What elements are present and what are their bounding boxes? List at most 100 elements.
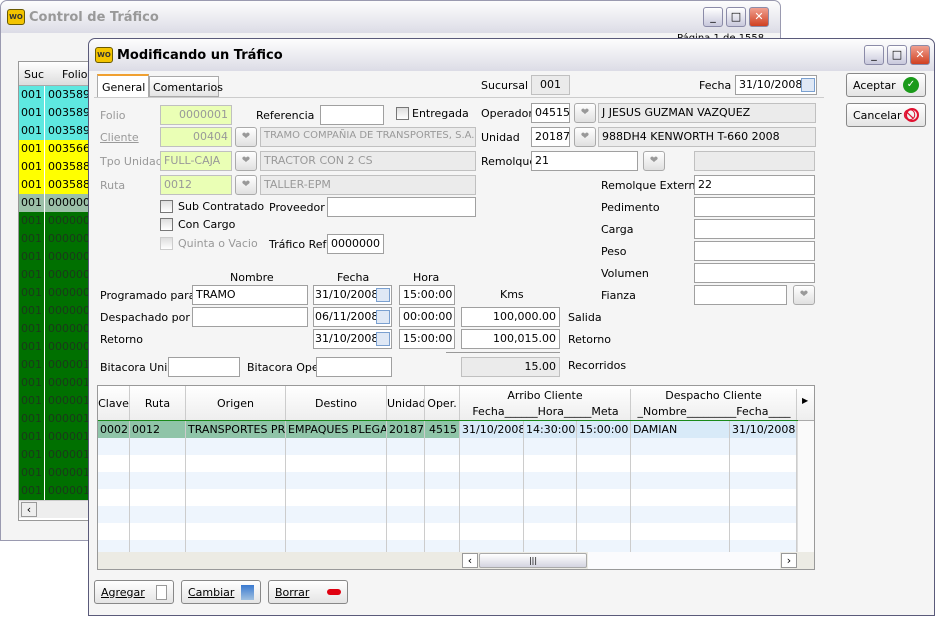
programado-nombre-field[interactable]: TRAMO bbox=[192, 285, 308, 305]
column-header-ruta[interactable]: Ruta bbox=[130, 386, 186, 421]
table-row[interactable] bbox=[98, 438, 797, 455]
programado-fecha-field[interactable]: 31/10/2008 bbox=[313, 285, 392, 305]
remolque-desc-field bbox=[694, 151, 815, 171]
scroll-left-icon[interactable]: ‹ bbox=[462, 553, 478, 568]
table-row[interactable]: 00020012TRANSPORTES PRISAEMPAQUES PLEGAD… bbox=[98, 420, 798, 439]
cliente-dropdown-button[interactable]: ❤ bbox=[235, 127, 257, 147]
column-header-origen[interactable]: Origen bbox=[186, 386, 286, 421]
clave-cell bbox=[98, 438, 130, 455]
con-cargo-checkbox[interactable] bbox=[160, 218, 173, 231]
carga-field[interactable] bbox=[694, 219, 815, 239]
bitacora-uni-label: Bitacora Uni bbox=[100, 361, 168, 374]
ruta-field[interactable]: 0012 bbox=[160, 175, 232, 195]
despachado-nombre-field[interactable] bbox=[192, 307, 308, 327]
calendar-icon[interactable] bbox=[801, 78, 815, 92]
ruta-cell bbox=[130, 523, 186, 540]
remolque-externo-field[interactable]: 22 bbox=[694, 175, 815, 195]
destino-cell bbox=[286, 506, 387, 523]
referencia-field[interactable] bbox=[320, 105, 384, 125]
hora-header: Hora bbox=[413, 271, 440, 284]
tramos-grid[interactable]: Clave Ruta Origen Destino Unidad Oper. A… bbox=[97, 385, 815, 570]
calendar-icon[interactable] bbox=[376, 310, 390, 324]
despachado-hora-field[interactable]: 00:00:00 bbox=[399, 307, 455, 327]
quinta-vacio-checkbox[interactable] bbox=[160, 237, 173, 250]
vertical-scrollbar[interactable] bbox=[797, 421, 814, 553]
tpo-unidad-field[interactable]: FULL-CAJA bbox=[160, 151, 232, 171]
cancelar-button[interactable]: Cancelar⃠ bbox=[846, 103, 926, 127]
unidad-desc-field: 988DH4 KENWORTH T-660 2008 bbox=[598, 127, 816, 147]
ruta-cell bbox=[130, 438, 186, 455]
unidad-cell bbox=[387, 455, 425, 472]
oper-cell: 4515 bbox=[425, 421, 460, 438]
despacho-fecha-cell bbox=[730, 472, 797, 489]
operador-name-field: J JESUS GUZMAN VAZQUEZ bbox=[598, 103, 816, 123]
proveedor-field[interactable] bbox=[327, 197, 476, 217]
entregada-checkbox[interactable] bbox=[396, 107, 409, 120]
aceptar-label: Aceptar bbox=[853, 78, 896, 92]
calendar-icon[interactable] bbox=[376, 288, 390, 302]
column-sub-arribo: Fecha______Hora_____Meta bbox=[472, 405, 619, 418]
pedimento-field[interactable] bbox=[694, 197, 815, 217]
arribo-fecha-cell: 31/10/2008 bbox=[460, 421, 524, 438]
fianza-field[interactable] bbox=[694, 285, 787, 305]
horizontal-scrollbar[interactable]: ‹ ||| › bbox=[98, 552, 814, 569]
scroll-thumb[interactable]: ||| bbox=[479, 553, 587, 568]
remolque-field[interactable]: 21 bbox=[531, 151, 638, 171]
sub-contratado-checkbox[interactable] bbox=[160, 200, 173, 213]
sub-contratado-label: Sub Contratado bbox=[178, 200, 265, 213]
cliente-field[interactable]: 00404 bbox=[160, 127, 232, 147]
origen-cell bbox=[186, 489, 286, 506]
volumen-field[interactable] bbox=[694, 263, 815, 283]
table-row[interactable] bbox=[98, 523, 797, 540]
retorno-fecha-field[interactable]: 31/10/2008 bbox=[313, 329, 392, 349]
calendar-icon[interactable] bbox=[376, 332, 390, 346]
scroll-right-icon[interactable]: › bbox=[781, 553, 797, 568]
retorno-kms-label: Retorno bbox=[568, 333, 611, 346]
remolque-dropdown-button[interactable]: ❤ bbox=[643, 151, 665, 171]
trafico-ref-field[interactable]: 0000000 bbox=[327, 234, 384, 254]
column-header-oper[interactable]: Oper. bbox=[425, 386, 460, 421]
fecha-field[interactable]: 31/10/2008 bbox=[735, 75, 817, 95]
operador-field[interactable]: 04515 bbox=[531, 103, 570, 123]
salida-kms-field[interactable]: 100,000.00 bbox=[461, 307, 560, 327]
ruta-cell bbox=[130, 472, 186, 489]
borrar-button[interactable]: Borrar bbox=[268, 580, 348, 604]
folio-field[interactable]: 0000001 bbox=[160, 105, 232, 125]
clave-cell bbox=[98, 489, 130, 506]
tpo-unidad-dropdown-button[interactable]: ❤ bbox=[235, 151, 257, 171]
retorno-hora-field[interactable]: 15:00:00 bbox=[399, 329, 455, 349]
arribo-hora-cell bbox=[524, 472, 577, 489]
arribo-meta-cell bbox=[577, 523, 631, 540]
despacho-fecha-cell: 31/10/2008 bbox=[730, 421, 797, 438]
column-header-destino[interactable]: Destino bbox=[286, 386, 387, 421]
table-row[interactable] bbox=[98, 472, 797, 489]
agregar-button[interactable]: Agregar bbox=[94, 580, 174, 604]
ruta-dropdown-button[interactable]: ❤ bbox=[235, 175, 257, 195]
peso-field[interactable] bbox=[694, 241, 815, 261]
column-header-clave[interactable]: Clave bbox=[98, 386, 130, 421]
unidad-dropdown-button[interactable]: ❤ bbox=[574, 127, 596, 147]
edit-image-icon bbox=[241, 584, 254, 600]
unidad-cell bbox=[387, 489, 425, 506]
aceptar-button[interactable]: Aceptar ✓ bbox=[846, 73, 926, 97]
column-header-unidad[interactable]: Unidad bbox=[387, 386, 425, 421]
scroll-right-arrow-icon[interactable]: ▶ bbox=[802, 396, 808, 405]
divider bbox=[446, 352, 560, 353]
tab-comentarios[interactable]: Comentarios bbox=[149, 76, 223, 97]
retorno-kms-field[interactable]: 100,015.00 bbox=[461, 329, 560, 349]
despacho-fecha-cell bbox=[730, 438, 797, 455]
despachado-fecha-field[interactable]: 06/11/2008 bbox=[313, 307, 392, 327]
programado-hora-field[interactable]: 15:00:00 bbox=[399, 285, 455, 305]
table-row[interactable] bbox=[98, 455, 797, 472]
table-row[interactable] bbox=[98, 489, 797, 506]
unidad-field[interactable]: 20187 bbox=[531, 127, 570, 147]
tab-label: General bbox=[102, 81, 146, 94]
bitacora-ope-field[interactable] bbox=[316, 357, 392, 377]
tab-general[interactable]: General bbox=[97, 74, 149, 98]
cambiar-button[interactable]: Cambiar bbox=[181, 580, 261, 604]
arribo-fecha-cell bbox=[460, 489, 524, 506]
bitacora-uni-field[interactable] bbox=[168, 357, 240, 377]
operador-dropdown-button[interactable]: ❤ bbox=[574, 103, 596, 123]
table-row[interactable] bbox=[98, 506, 797, 523]
fianza-dropdown-button[interactable]: ❤ bbox=[793, 285, 815, 305]
